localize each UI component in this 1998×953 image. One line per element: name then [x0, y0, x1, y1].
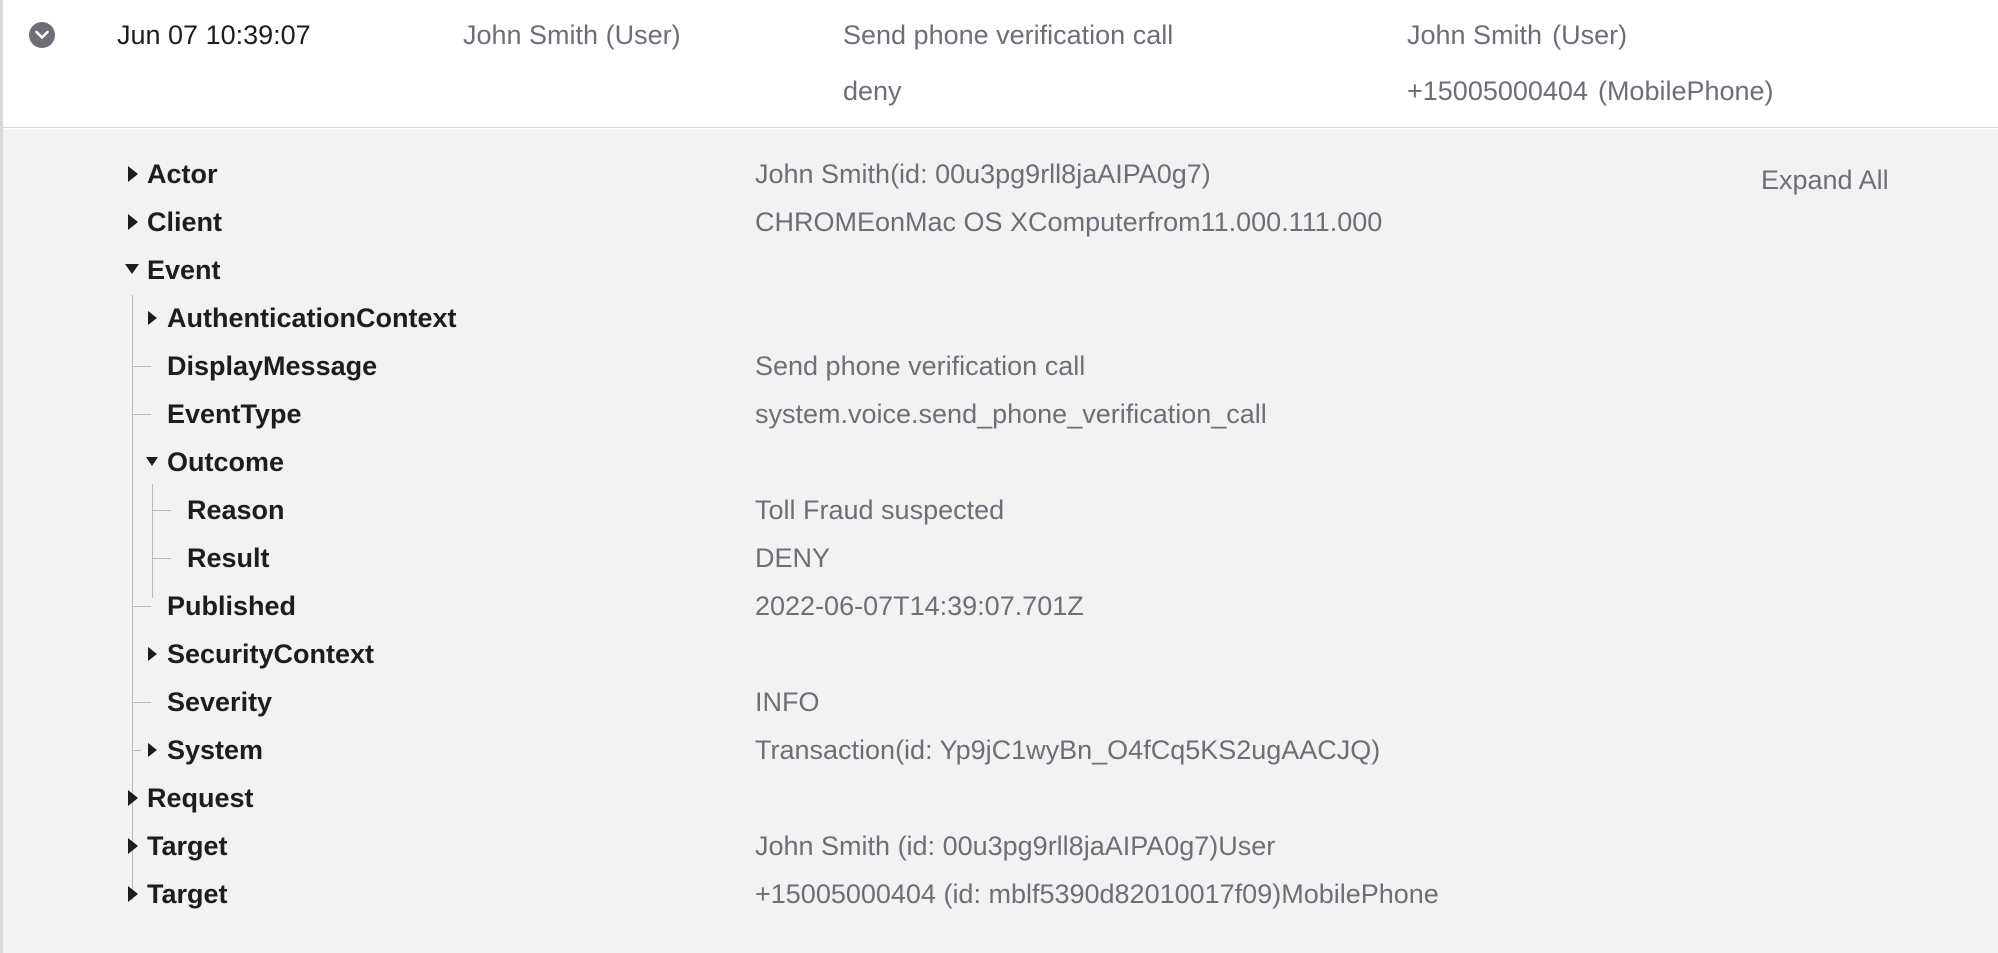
- tree-row-system[interactable]: System Transaction(id: Yp9jC1wyBn_O4fCq5…: [3, 726, 1603, 774]
- tree-row-published: Published 2022-06-07T14:39:07.701Z: [3, 582, 1603, 630]
- tree-key: Event: [147, 255, 221, 285]
- summary-actor-name[interactable]: John Smith: [463, 20, 598, 50]
- collapse-row-button[interactable]: [29, 22, 55, 48]
- summary-outcome: deny: [843, 76, 902, 106]
- summary-actor-type: (User): [605, 20, 681, 50]
- tree-value: CHROMEonMac OS XComputerfrom11.000.111.0…: [755, 207, 1383, 237]
- tree-key: Severity: [167, 687, 273, 717]
- tree-row-target-phone[interactable]: Target +15005000404 (id: mblf5390d820100…: [3, 870, 1603, 918]
- tree-connector: [153, 510, 171, 511]
- tree-key: Result: [187, 543, 270, 573]
- tree-row-actor[interactable]: Actor John Smith(id: 00u3pg9rll8jaAIPA0g…: [3, 150, 1603, 198]
- tree-key: Published: [167, 591, 297, 621]
- caret-right-icon[interactable]: [125, 884, 141, 904]
- event-detail-panel: Expand All Actor John Smith(id: 00u3pg9r…: [3, 129, 1998, 953]
- tree-row-result: Result DENY: [3, 534, 1603, 582]
- tree-key: Outcome: [167, 447, 285, 477]
- tree-value: DENY: [755, 543, 831, 573]
- caret-right-icon[interactable]: [125, 788, 141, 808]
- tree-value: Transaction(id: Yp9jC1wyBn_O4fCq5KS2ugAA…: [755, 735, 1381, 765]
- tree-key: System: [167, 735, 264, 765]
- tree-value: 2022-06-07T14:39:07.701Z: [755, 591, 1084, 621]
- tree-key: DisplayMessage: [167, 351, 378, 381]
- summary-event: Send phone verification call: [843, 20, 1174, 50]
- tree-row-client[interactable]: Client CHROMEonMac OS XComputerfrom11.00…: [3, 198, 1603, 246]
- summary-actor: John Smith (User): [463, 17, 681, 53]
- tree-row-event-type: EventType system.voice.send_phone_verifi…: [3, 390, 1603, 438]
- caret-down-icon[interactable]: [143, 454, 161, 470]
- tree-row-event[interactable]: Event: [3, 246, 1603, 294]
- tree-row-target-user[interactable]: Target John Smith (id: 00u3pg9rll8jaAIPA…: [3, 822, 1603, 870]
- caret-right-icon[interactable]: [145, 309, 159, 327]
- tree-value: John Smith(id: 00u3pg9rll8jaAIPA0g7): [755, 159, 1211, 189]
- caret-down-icon[interactable]: [123, 261, 141, 277]
- tree-value: John Smith (id: 00u3pg9rll8jaAIPA0g7)Use…: [755, 831, 1276, 861]
- summary-target-phone: +15005000404 (MobilePhone): [1407, 73, 1774, 109]
- chevron-down-icon: [35, 30, 49, 39]
- tree-connector: [133, 606, 151, 607]
- tree-value: INFO: [755, 687, 820, 717]
- tree-row-authentication-context[interactable]: AuthenticationContext: [3, 294, 1603, 342]
- caret-right-icon[interactable]: [125, 164, 141, 184]
- caret-right-icon[interactable]: [125, 836, 141, 856]
- tree-key: Reason: [187, 495, 285, 525]
- summary-target-user: John Smith (User): [1407, 17, 1627, 53]
- summary-target-user-name[interactable]: John Smith: [1407, 20, 1542, 50]
- tree-row-outcome[interactable]: Outcome: [3, 438, 1603, 486]
- tree-connector: [133, 702, 151, 703]
- tree-row-request[interactable]: Request: [3, 774, 1603, 822]
- tree-key: SecurityContext: [167, 639, 375, 669]
- summary-target-phone-type: (MobilePhone): [1597, 76, 1774, 106]
- tree-key: Actor: [147, 159, 218, 189]
- tree-value: Send phone verification call: [755, 351, 1086, 381]
- summary-target-phone-name[interactable]: +15005000404: [1407, 76, 1588, 106]
- tree-connector: [133, 414, 151, 415]
- tree-row-display-message: DisplayMessage Send phone verification c…: [3, 342, 1603, 390]
- tree-key: Target: [147, 831, 228, 861]
- tree-row-severity: Severity INFO: [3, 678, 1603, 726]
- event-log-entry: Jun 07 10:39:07 John Smith (User) Send p…: [0, 0, 1998, 953]
- summary-target-user-type: (User): [1552, 20, 1628, 50]
- caret-right-icon[interactable]: [145, 741, 159, 759]
- tree-row-security-context[interactable]: SecurityContext: [3, 630, 1603, 678]
- tree-key: EventType: [167, 399, 302, 429]
- tree-connector: [153, 558, 171, 559]
- tree-key: Target: [147, 879, 228, 909]
- tree-key: Request: [147, 783, 254, 813]
- tree-key: Client: [147, 207, 223, 237]
- tree-value: Toll Fraud suspected: [755, 495, 1005, 525]
- tree-value: +15005000404 (id: mblf5390d82010017f09)M…: [755, 879, 1439, 909]
- caret-right-icon[interactable]: [125, 212, 141, 232]
- tree-row-reason: Reason Toll Fraud suspected: [3, 486, 1603, 534]
- event-summary-row[interactable]: Jun 07 10:39:07 John Smith (User) Send p…: [3, 0, 1998, 128]
- tree-connector: [133, 750, 141, 751]
- caret-right-icon[interactable]: [145, 645, 159, 663]
- tree-value: system.voice.send_phone_verification_cal…: [755, 399, 1267, 429]
- event-time: Jun 07 10:39:07: [117, 20, 311, 50]
- tree-key: AuthenticationContext: [167, 303, 457, 333]
- expand-all-link[interactable]: Expand All: [1761, 162, 1889, 198]
- tree-connector: [133, 366, 151, 367]
